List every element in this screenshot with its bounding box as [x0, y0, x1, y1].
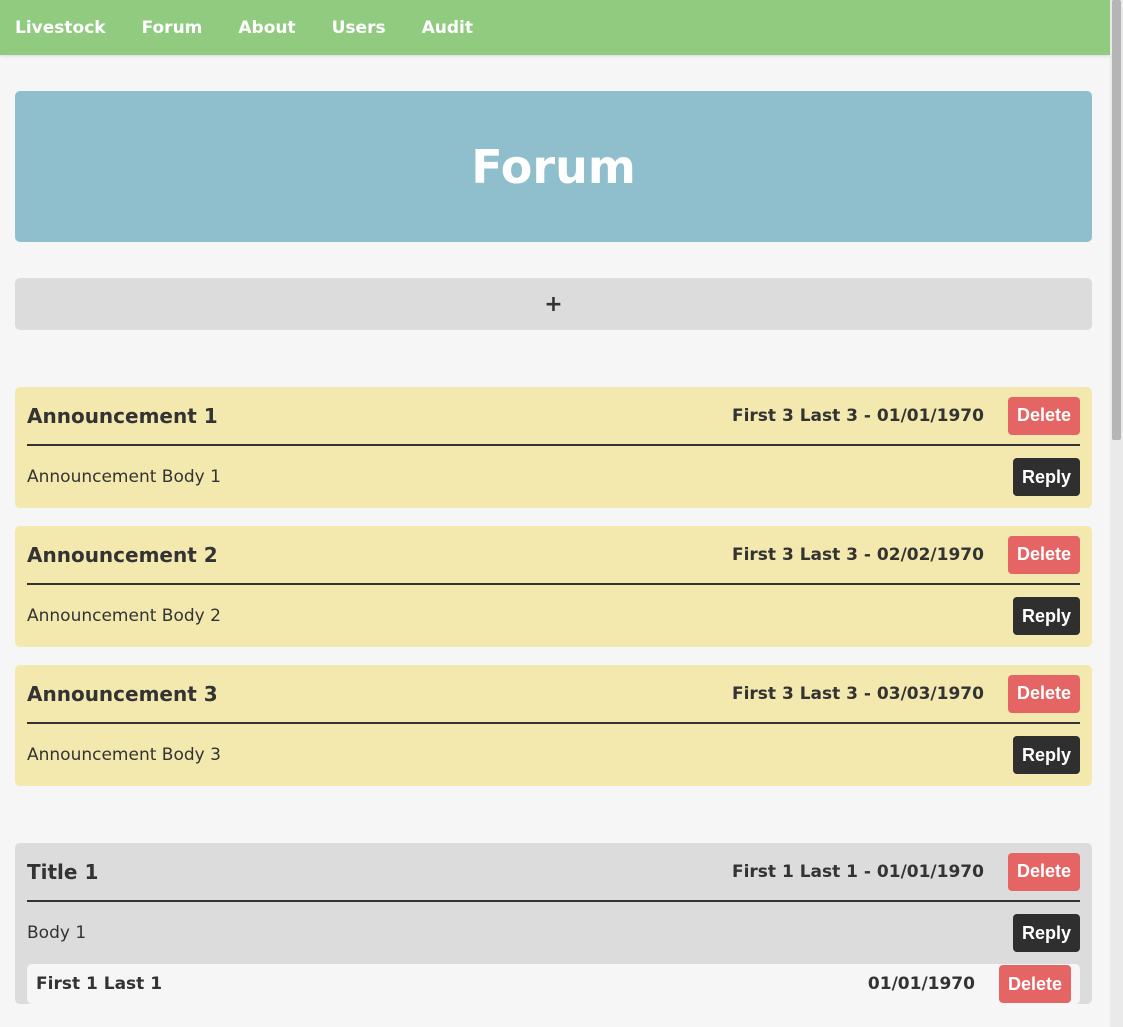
post-card: Title 1 First 1 Last 1 - 01/01/1970 Dele…: [15, 843, 1092, 1004]
nav-users[interactable]: Users: [332, 18, 386, 38]
nav-livestock[interactable]: Livestock: [15, 18, 106, 38]
reply-author: First 1 Last 1: [36, 974, 163, 994]
delete-button[interactable]: Delete: [1007, 852, 1080, 891]
top-navbar: Livestock Forum About Users Audit: [0, 0, 1110, 55]
reply-card: First 1 Last 1 01/01/1970 Delete: [27, 964, 1080, 1004]
post-meta: First 3 Last 3 - 01/01/1970: [731, 405, 984, 426]
page-header: Forum: [15, 91, 1092, 242]
post-meta: First 3 Last 3 - 02/02/1970: [731, 544, 984, 565]
post-title: Announcement 1: [27, 403, 218, 428]
post-body-row: Body 1 Reply: [27, 902, 1080, 964]
delete-button[interactable]: Delete: [1007, 535, 1080, 574]
post-body: Announcement Body 1: [27, 467, 221, 487]
post-body: Announcement Body 3: [27, 745, 221, 765]
reply-button[interactable]: Reply: [1012, 914, 1080, 952]
post-body: Announcement Body 2: [27, 606, 221, 626]
reply-button[interactable]: Reply: [1012, 736, 1080, 774]
page: Livestock Forum About Users Audit Forum …: [0, 0, 1110, 1027]
scrollbar-thumb[interactable]: [1112, 0, 1121, 440]
add-post-button[interactable]: +: [15, 278, 1092, 330]
post-title: Announcement 3: [27, 681, 218, 706]
vertical-scrollbar[interactable]: [1110, 0, 1123, 1027]
post-body-row: Announcement Body 1 Reply: [27, 446, 1080, 508]
post-body-row: Announcement Body 2 Reply: [27, 585, 1080, 647]
announcement-card: Announcement 3 First 3 Last 3 - 03/03/19…: [15, 665, 1092, 786]
reply-button[interactable]: Reply: [1012, 458, 1080, 496]
post-header: Announcement 2 First 3 Last 3 - 02/02/19…: [27, 526, 1080, 585]
main-content: Forum + Announcement 1 First 3 Last 3 - …: [0, 55, 1110, 1004]
posts-list: Title 1 First 1 Last 1 - 01/01/1970 Dele…: [15, 843, 1092, 1004]
post-body-row: Announcement Body 3 Reply: [27, 724, 1080, 786]
post-header: Announcement 1 First 3 Last 3 - 01/01/19…: [27, 387, 1080, 446]
post-header: Title 1 First 1 Last 1 - 01/01/1970 Dele…: [27, 843, 1080, 902]
post-title: Title 1: [27, 859, 99, 884]
post-body: Body 1: [27, 923, 87, 943]
announcements-list: Announcement 1 First 3 Last 3 - 01/01/19…: [15, 387, 1092, 786]
post-header: Announcement 3 First 3 Last 3 - 03/03/19…: [27, 665, 1080, 724]
post-title: Announcement 2: [27, 542, 218, 567]
nav-forum[interactable]: Forum: [142, 18, 203, 38]
page-title: Forum: [471, 139, 636, 194]
announcement-card: Announcement 2 First 3 Last 3 - 02/02/19…: [15, 526, 1092, 647]
post-meta: First 3 Last 3 - 03/03/1970: [731, 683, 984, 704]
reply-delete-button[interactable]: Delete: [998, 965, 1071, 1003]
nav-about[interactable]: About: [238, 18, 295, 38]
reply-button[interactable]: Reply: [1012, 597, 1080, 635]
delete-button[interactable]: Delete: [1007, 396, 1080, 435]
delete-button[interactable]: Delete: [1007, 674, 1080, 713]
reply-meta: 01/01/1970: [867, 974, 975, 994]
announcement-card: Announcement 1 First 3 Last 3 - 01/01/19…: [15, 387, 1092, 508]
nav-audit[interactable]: Audit: [422, 18, 473, 38]
post-meta: First 1 Last 1 - 01/01/1970: [731, 861, 984, 882]
